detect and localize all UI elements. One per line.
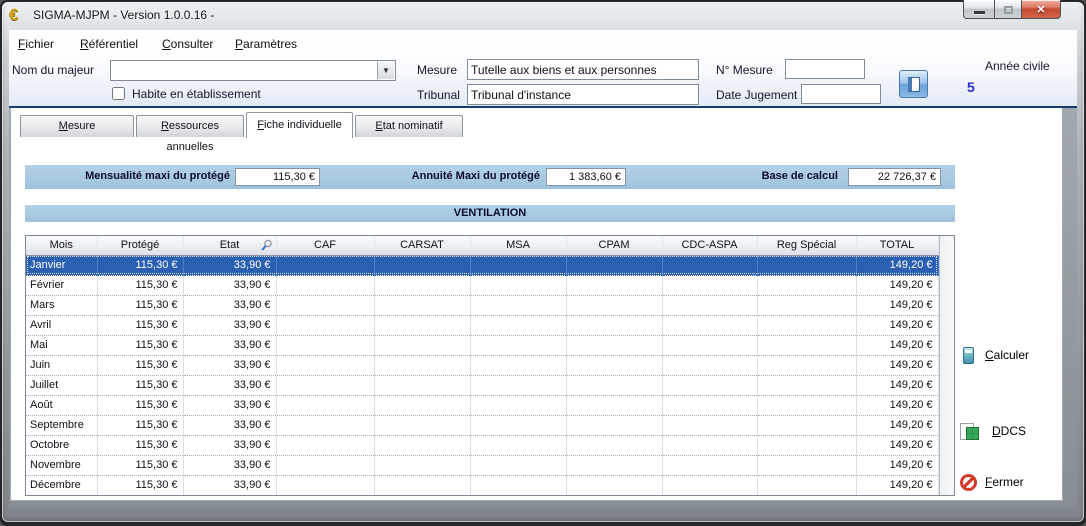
title-bar[interactable]: € SIGMA-MJPM - Version 1.0.0.16 - ✕ <box>0 0 1086 30</box>
base-calcul-label: Base de calcul <box>685 170 838 182</box>
chevron-down-icon: ▼ <box>382 66 390 75</box>
maximize-icon <box>1004 6 1013 14</box>
ddcs-button[interactable]: DDCS <box>960 419 1070 443</box>
book-icon <box>908 77 920 92</box>
menu-item-consulter[interactable]: Consulter <box>162 37 213 51</box>
table-row-juillet[interactable]: Juillet115,30 €33,90 €149,20 € <box>26 375 938 395</box>
tribunal-input[interactable] <box>467 84 699 105</box>
table-row-novembre[interactable]: Novembre115,30 €33,90 €149,20 € <box>26 455 938 475</box>
column-header-cdc-aspa[interactable]: CDC-ASPA <box>662 236 757 255</box>
caption-buttons: ✕ <box>963 0 1061 19</box>
calculator-icon <box>963 347 974 364</box>
spreadsheet-export-icon <box>960 423 979 440</box>
table-row-mars[interactable]: Mars115,30 €33,90 €149,20 € <box>26 295 938 315</box>
nom-du-majeur-input[interactable] <box>112 62 376 79</box>
close-icon: ✕ <box>1036 3 1045 16</box>
annuite-field[interactable]: 1 383,60 € <box>546 168 626 186</box>
mensualite-field[interactable]: 115,30 € <box>235 168 320 186</box>
fermer-label: Fermer <box>985 475 1024 489</box>
tab-fiche-individuelle[interactable]: Fiche individuelle <box>246 112 353 138</box>
habite-label: Habite en établissement <box>132 87 261 101</box>
app-icon: € <box>9 5 28 24</box>
mensualite-label: Mensualité maxi du protégé <box>25 170 230 182</box>
annee-civile-button[interactable] <box>899 70 928 98</box>
table-row-aout[interactable]: Août115,30 €33,90 €149,20 € <box>26 395 938 415</box>
ddcs-label: DDCS <box>992 424 1026 438</box>
magnifier-icon <box>260 239 273 252</box>
table-row-mai[interactable]: Mai115,30 €33,90 €149,20 € <box>26 335 938 355</box>
num-mesure-label: N° Mesure <box>716 63 773 77</box>
column-header-reg-special[interactable]: Reg Spécial <box>757 236 856 255</box>
ventilation-table: Mois Protégé Etat CAF CARSAT MSA CPAM CD… <box>26 236 939 495</box>
menu-item-parametres[interactable]: Paramètres <box>235 37 297 51</box>
maximize-button[interactable] <box>994 0 1021 19</box>
table-row-janvier[interactable]: Janvier115,30 €33,90 €149,20 € <box>26 255 938 275</box>
nom-du-majeur-label: Nom du majeur <box>12 63 94 77</box>
tab-etat-nominatif[interactable]: Etat nominatif <box>355 115 463 137</box>
base-calcul-field[interactable]: 22 726,37 € <box>848 168 941 186</box>
fermer-button[interactable]: Fermer <box>960 470 1070 494</box>
table-row-octobre[interactable]: Octobre115,30 €33,90 €149,20 € <box>26 435 938 455</box>
table-header-row: Mois Protégé Etat CAF CARSAT MSA CPAM CD… <box>26 236 938 255</box>
column-header-cpam[interactable]: CPAM <box>566 236 662 255</box>
calculer-label: Calculer <box>985 348 1029 362</box>
num-mesure-input[interactable] <box>785 59 865 79</box>
table-scrollbar-track[interactable] <box>939 236 955 495</box>
close-button[interactable]: ✕ <box>1021 0 1061 19</box>
no-entry-icon <box>960 474 977 491</box>
menu-item-referentiel[interactable]: Référentiel <box>80 37 138 51</box>
nom-du-majeur-combobox[interactable]: ▼ <box>110 60 396 81</box>
menu-item-fichier[interactable]: Fichier <box>18 37 54 51</box>
application-window: € SIGMA-MJPM - Version 1.0.0.16 - ✕ Fich… <box>0 0 1086 526</box>
summary-band: Mensualité maxi du protégé 115,30 € Annu… <box>25 165 955 189</box>
column-header-protege[interactable]: Protégé <box>97 236 183 255</box>
tribunal-label: Tribunal <box>417 88 460 102</box>
column-header-etat[interactable]: Etat <box>183 236 276 255</box>
table-row-septembre[interactable]: Septembre115,30 €33,90 €149,20 € <box>26 415 938 435</box>
column-header-total[interactable]: TOTAL <box>856 236 938 255</box>
annuite-label: Annuité Maxi du protégé <box>355 170 540 182</box>
window-title: SIGMA-MJPM - Version 1.0.0.16 - <box>33 8 214 22</box>
ventilation-title: VENTILATION <box>25 205 955 222</box>
mesure-label: Mesure <box>417 63 457 77</box>
column-header-carsat[interactable]: CARSAT <box>374 236 470 255</box>
combobox-dropdown-button[interactable]: ▼ <box>377 62 394 79</box>
tab-ressources-annuelles[interactable]: Ressources annuelles <box>136 115 244 137</box>
habite-checkbox[interactable] <box>112 87 125 100</box>
column-header-msa[interactable]: MSA <box>470 236 566 255</box>
annee-civile-value: 5 <box>967 79 975 95</box>
minimize-icon <box>974 11 985 14</box>
ventilation-table-container: Mois Protégé Etat CAF CARSAT MSA CPAM CD… <box>25 235 955 496</box>
table-row-avril[interactable]: Avril115,30 €33,90 €149,20 € <box>26 315 938 335</box>
mesure-input[interactable] <box>467 59 699 80</box>
annee-civile-label: Année civile <box>985 59 1050 73</box>
date-jugement-input[interactable] <box>801 84 881 104</box>
column-header-mois[interactable]: Mois <box>26 236 97 255</box>
table-row-fevrier[interactable]: Février115,30 €33,90 €149,20 € <box>26 275 938 295</box>
calculer-button[interactable]: Calculer <box>963 344 1073 366</box>
tab-mesure[interactable]: Mesure <box>20 115 134 137</box>
date-jugement-label: Date Jugement <box>716 88 797 102</box>
minimize-button[interactable] <box>963 0 994 19</box>
table-row-juin[interactable]: Juin115,30 €33,90 €149,20 € <box>26 355 938 375</box>
table-row-decembre[interactable]: Décembre115,30 €33,90 €149,20 € <box>26 475 938 495</box>
column-header-caf[interactable]: CAF <box>276 236 374 255</box>
